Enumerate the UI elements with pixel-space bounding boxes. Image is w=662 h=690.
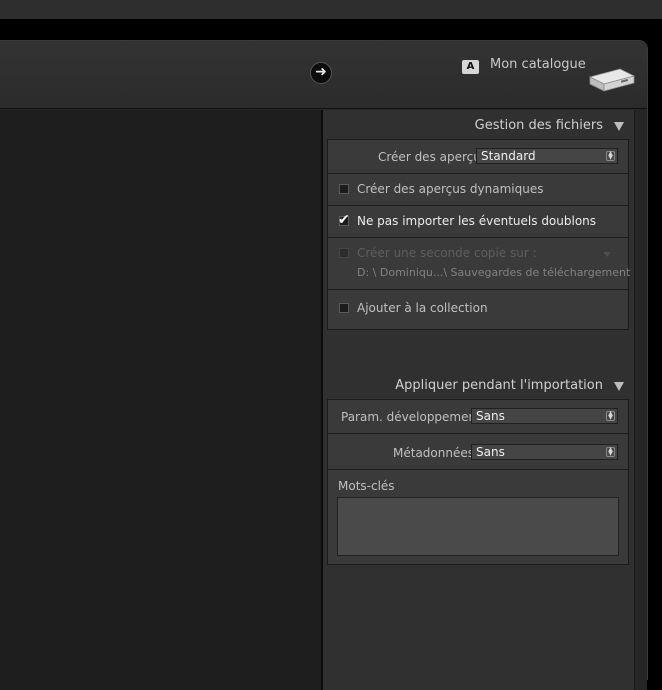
smart-previews-checkbox[interactable] — [339, 184, 349, 194]
right-panel: Gestion des fichiers Créer des aperçus S… — [323, 110, 634, 690]
section-title: Gestion des fichiers — [474, 118, 603, 133]
drive-icon[interactable] — [588, 67, 636, 93]
develop-settings-row: Param. développement Sans ▲ ▼ — [328, 400, 628, 434]
keywords-label: Mots-clés — [338, 479, 395, 493]
stepper-icon: ▲ ▼ — [606, 151, 615, 161]
scrollbar-track[interactable] — [634, 110, 647, 690]
stepper-icon: ▲ ▼ — [606, 411, 615, 421]
section-header-apply-during-import[interactable]: Appliquer pendant l'importation — [323, 372, 634, 398]
metadata-value: Sans — [476, 445, 505, 459]
collapse-triangle-icon[interactable] — [614, 122, 624, 131]
second-copy-row: Créer une seconde copie sur : D: \ Domin… — [328, 238, 631, 290]
file-handling-group: Créer des aperçus Standard ▲ ▼ Créer des … — [327, 139, 631, 330]
smart-previews-label: Créer des aperçus dynamiques — [357, 182, 544, 196]
catalog-badge: A — [462, 60, 479, 74]
add-collection-checkbox[interactable] — [339, 303, 349, 313]
metadata-row: Métadonnées Sans ▲ ▼ — [328, 434, 628, 470]
catalog-name[interactable]: Mon catalogue — [490, 57, 586, 72]
develop-settings-select[interactable]: Sans ▲ ▼ — [471, 408, 618, 424]
section-header-file-handling[interactable]: Gestion des fichiers — [323, 112, 634, 138]
header-bar: ➜ A Mon catalogue — [0, 41, 647, 109]
arrow-right-icon[interactable]: ➜ — [310, 62, 332, 84]
collapse-triangle-icon[interactable] — [614, 382, 624, 391]
import-window: ➜ A Mon catalogue Gestion des fichiers C… — [0, 40, 648, 690]
add-collection-label: Ajouter à la collection — [357, 301, 488, 315]
checkmark-icon: ✔ — [338, 212, 350, 228]
add-collection-row: Ajouter à la collection — [328, 290, 628, 329]
no-duplicates-label: Ne pas importer les éventuels doublons — [357, 214, 597, 228]
previews-select[interactable]: Standard ▲ ▼ — [476, 148, 618, 164]
stepper-icon: ▲ ▼ — [606, 447, 615, 457]
smart-previews-row: Créer des aperçus dynamiques — [328, 174, 628, 206]
second-copy-checkbox[interactable] — [339, 248, 349, 258]
dropdown-triangle-icon[interactable] — [603, 252, 611, 257]
section-title: Appliquer pendant l'importation — [395, 378, 603, 393]
top-window-strip — [0, 0, 662, 19]
previews-select-value: Standard — [481, 149, 536, 163]
keywords-textarea[interactable] — [337, 497, 619, 556]
develop-settings-label: Param. développement — [341, 410, 481, 424]
second-copy-label: Créer une seconde copie sur : — [357, 246, 537, 260]
metadata-label: Métadonnées — [393, 446, 474, 460]
keywords-row: Mots-clés — [328, 470, 628, 564]
no-duplicates-row: ✔ Ne pas importer les éventuels doublons — [328, 206, 628, 238]
apply-during-import-group: Param. développement Sans ▲ ▼ Métadonnées… — [327, 399, 629, 565]
metadata-select[interactable]: Sans ▲ ▼ — [471, 444, 618, 460]
preview-area — [0, 110, 321, 690]
previews-row: Créer des aperçus Standard ▲ ▼ — [328, 140, 628, 174]
previews-label: Créer des aperçus — [378, 150, 488, 164]
second-copy-path: D: \ Dominiqu...\ Sauvegardes de télécha… — [357, 266, 631, 279]
develop-settings-value: Sans — [476, 409, 505, 423]
